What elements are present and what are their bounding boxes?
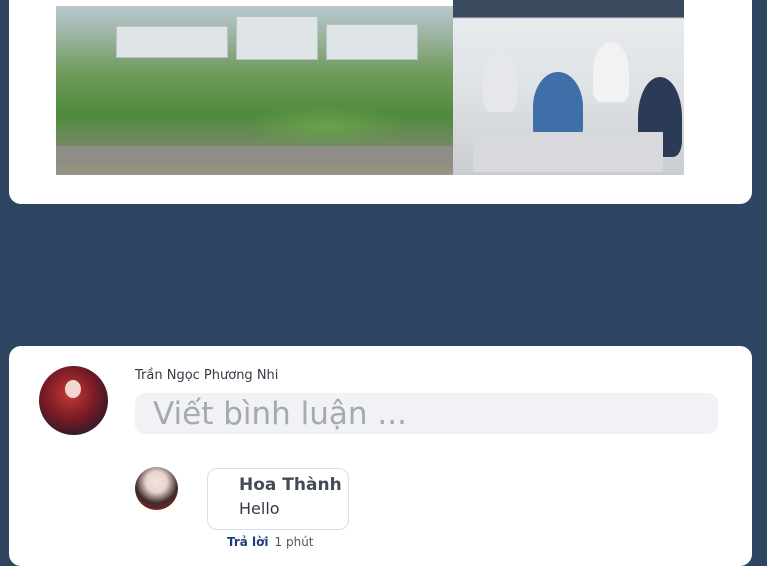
comment-time: 1 phút	[274, 535, 314, 549]
person	[483, 52, 517, 112]
current-user-avatar[interactable]	[39, 366, 108, 435]
comment-bubble: Hoa Thành Hello	[207, 468, 349, 530]
building	[236, 16, 318, 60]
commenter-avatar[interactable]	[135, 467, 178, 510]
current-user-name: Trần Ngọc Phương Nhi	[135, 368, 279, 383]
road	[56, 146, 453, 164]
comments-card	[9, 346, 752, 566]
building	[326, 24, 418, 60]
building	[116, 26, 228, 58]
meeting-table	[473, 132, 663, 172]
comment-text: Hello	[239, 499, 280, 518]
person	[593, 42, 629, 102]
comment-actions: Trả lời 1 phút	[227, 535, 314, 549]
team-meeting-photo[interactable]	[453, 0, 684, 175]
avatar-face	[65, 380, 81, 398]
reply-link[interactable]: Trả lời	[227, 535, 269, 549]
comment-author[interactable]: Hoa Thành	[239, 475, 342, 495]
comment-input[interactable]	[135, 393, 718, 434]
campus-aerial-photo[interactable]	[56, 6, 453, 175]
